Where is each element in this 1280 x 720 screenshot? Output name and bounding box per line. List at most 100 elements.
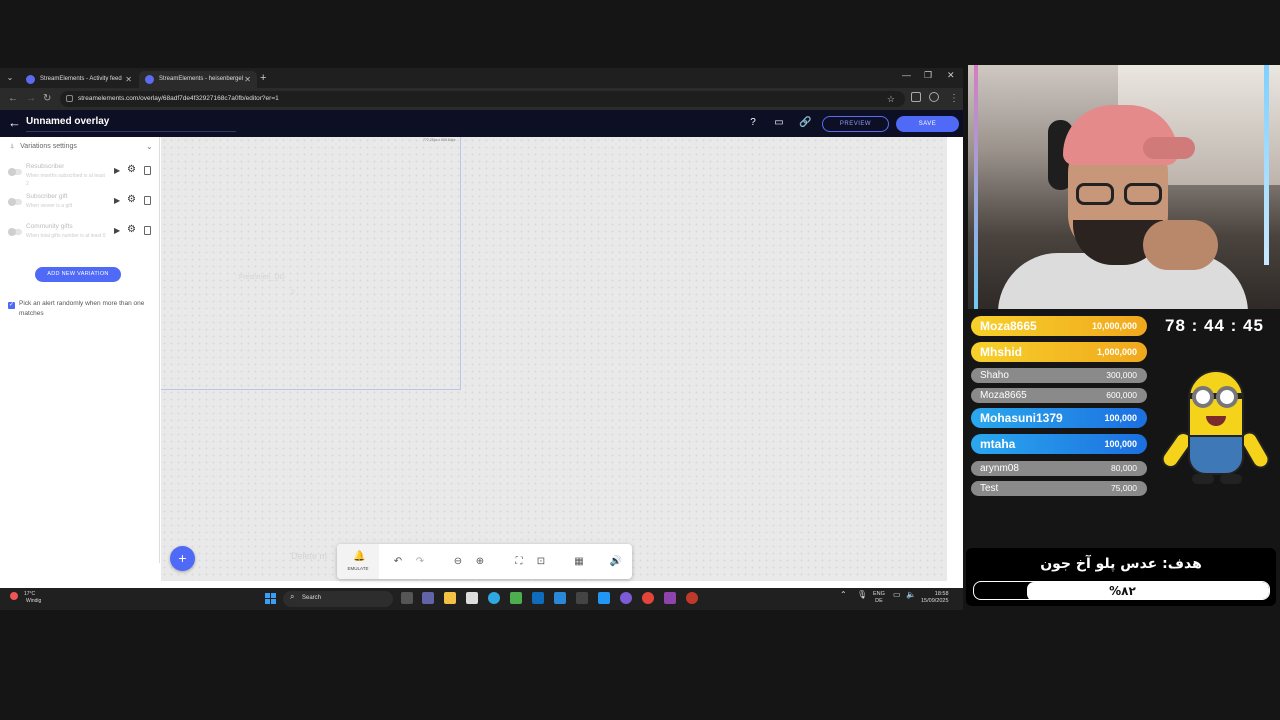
variations-panel: ⍋ Variations settings ⌄ Resubscriber Whe…: [0, 137, 160, 563]
zoom-in-icon[interactable]: ⊕: [473, 555, 487, 569]
close-tab-icon[interactable]: ✕: [125, 71, 132, 88]
close-window-icon[interactable]: ✕: [947, 70, 955, 81]
reload-icon[interactable]: ↻: [43, 92, 51, 106]
streamelements-icon: [145, 75, 154, 84]
tab-overlay-editor[interactable]: StreamElements - heisenbergel ✕: [139, 71, 257, 88]
network-icon[interactable]: ▭: [893, 591, 901, 599]
language-indicator[interactable]: ENG DE: [873, 591, 885, 605]
leaderboard-row: Moza8665 10,000,000: [971, 316, 1147, 336]
play-icon[interactable]: ▶: [114, 226, 120, 235]
bell-icon: 🔔: [353, 551, 366, 562]
redo-icon[interactable]: ↷: [413, 555, 427, 569]
cap-brim: [1143, 137, 1195, 159]
save-button[interactable]: SAVE: [896, 116, 959, 132]
delete-hint: Delete m: [291, 551, 328, 561]
windows-taskbar: 17°C Windig ⌕ Search ⌃ 🎙 ENG DE ▭ 🔈 18:5…: [0, 588, 963, 610]
variation-desc: When months subscribed is at least 2: [26, 173, 105, 187]
variations-icon: ⍋: [10, 143, 15, 150]
tab-search-icon[interactable]: ⌄: [4, 72, 16, 84]
edge-icon[interactable]: [488, 592, 500, 604]
help-icon[interactable]: ?: [747, 117, 759, 129]
site-info-icon[interactable]: [66, 95, 73, 102]
store-icon[interactable]: [466, 592, 478, 604]
chrome-icon[interactable]: [642, 592, 654, 604]
terminal-icon[interactable]: [576, 592, 588, 604]
variation-toggle[interactable]: [8, 168, 22, 176]
link-icon[interactable]: 🔗: [799, 117, 811, 129]
app-icon[interactable]: [664, 592, 676, 604]
alert-preview-sub: 2: [291, 290, 295, 296]
overlay-title[interactable]: Unnamed overlay: [26, 116, 109, 127]
profile-icon[interactable]: [929, 92, 939, 102]
app-icon[interactable]: [510, 592, 522, 604]
taskbar-search[interactable]: ⌕ Search: [283, 591, 393, 607]
minimize-icon[interactable]: —: [902, 70, 911, 80]
browser-window: ⌄ StreamElements - Activity feed ✕ Strea…: [0, 68, 963, 588]
restore-icon[interactable]: ❐: [924, 70, 932, 81]
task-view-icon[interactable]: [401, 592, 413, 604]
emulate-button[interactable]: 🔔 EMULATE: [337, 544, 379, 579]
bookmark-star-icon[interactable]: ☆: [887, 91, 895, 107]
teams-icon[interactable]: [422, 592, 434, 604]
duplicate-icon[interactable]: [144, 226, 151, 235]
leaderboard-row: Moza8665 600,000: [971, 388, 1147, 403]
preview-button[interactable]: PREVIEW: [822, 116, 889, 132]
undo-icon[interactable]: ↶: [391, 555, 405, 569]
editor-canvas[interactable]: 772.25px x 609.64px Freshmen_DG 2 Delete…: [161, 137, 947, 581]
address-bar[interactable]: streamelements.com/overlay/68adf7de4f329…: [60, 91, 905, 107]
fit-screen-icon[interactable]: ⊡: [534, 555, 548, 569]
back-icon[interactable]: ←: [8, 92, 18, 106]
vscode-icon[interactable]: [598, 592, 610, 604]
variation-desc: When total gifts number is at least 0: [26, 233, 106, 239]
random-pick-checkbox[interactable]: ✓: [8, 302, 15, 309]
leaderboard-row: Test 75,000: [971, 481, 1147, 496]
speaker-icon[interactable]: 🔈: [906, 591, 916, 599]
menu-dots-icon[interactable]: ⋮: [949, 92, 959, 106]
new-tab-icon[interactable]: +: [260, 71, 266, 85]
clock[interactable]: 18:58 15/09/2025: [921, 591, 949, 605]
webcam-feed: [968, 65, 1280, 309]
stream-screen: ⌄ StreamElements - Activity feed ✕ Strea…: [0, 0, 1280, 720]
grid-icon[interactable]: ▦: [572, 555, 586, 569]
gear-icon[interactable]: ⚙: [127, 164, 136, 175]
app-icon[interactable]: [686, 592, 698, 604]
gear-icon[interactable]: ⚙: [127, 194, 136, 205]
led-strip: [974, 65, 978, 309]
app-icon[interactable]: [554, 592, 566, 604]
minion-overalls: [1188, 435, 1244, 475]
outlook-icon[interactable]: [532, 592, 544, 604]
extensions-icon[interactable]: [911, 92, 921, 102]
add-widget-button[interactable]: +: [170, 546, 195, 571]
variation-name: Subscriber gift: [26, 193, 68, 200]
play-icon[interactable]: ▶: [114, 196, 120, 205]
tray-chevron-icon[interactable]: ⌃: [840, 591, 847, 599]
duplicate-icon[interactable]: [144, 196, 151, 205]
play-icon[interactable]: ▶: [114, 166, 120, 175]
weather-widget[interactable]: 17°C Windig: [10, 591, 41, 605]
windows-start-icon[interactable]: [265, 593, 276, 604]
volume-icon[interactable]: 🔊: [609, 555, 623, 569]
chevron-down-icon[interactable]: ⌄: [146, 142, 153, 151]
display-icon[interactable]: ▭: [773, 117, 785, 129]
variation-toggle[interactable]: [8, 198, 22, 206]
tab-activity-feed[interactable]: StreamElements - Activity feed ✕: [20, 71, 138, 88]
url-text: streamelements.com/overlay/68adf7de4f329…: [78, 95, 279, 102]
variations-header[interactable]: ⍋ Variations settings ⌄: [10, 142, 153, 151]
forward-icon[interactable]: →: [26, 92, 36, 106]
led-strip: [1264, 65, 1269, 265]
donation-goal: هدف: عدس پلو آخ جون %۸۲: [966, 548, 1276, 606]
zoom-out-icon[interactable]: ⊖: [451, 555, 465, 569]
variation-item: Subscriber gift When viewer is a gift ▶ …: [8, 193, 156, 221]
leaderboard-row: arynm08 80,000: [971, 461, 1147, 476]
variation-toggle[interactable]: [8, 228, 22, 236]
close-tab-icon[interactable]: ✕: [244, 71, 251, 88]
leaderboard-row: Mhshid 1,000,000: [971, 342, 1147, 362]
fullscreen-icon[interactable]: ⛶: [512, 555, 526, 569]
editor-back-icon[interactable]: ←: [8, 115, 21, 130]
mic-icon[interactable]: 🎙: [857, 591, 867, 599]
add-variation-button[interactable]: ADD NEW VARIATION: [35, 267, 121, 282]
duplicate-icon[interactable]: [144, 166, 151, 175]
app-icon[interactable]: [620, 592, 632, 604]
gear-icon[interactable]: ⚙: [127, 224, 136, 235]
file-explorer-icon[interactable]: [444, 592, 456, 604]
